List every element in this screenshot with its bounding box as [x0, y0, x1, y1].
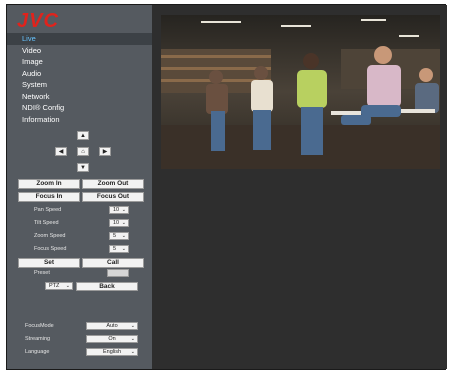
focus-speed-select[interactable]: 5 ⌄	[109, 245, 129, 253]
arrow-right-icon: ▶	[102, 149, 108, 155]
zoom-speed-select[interactable]: 5 ⌄	[109, 232, 129, 240]
live-video-feed	[161, 15, 440, 169]
control-mode-select[interactable]: PTZ ⌄	[45, 282, 73, 290]
pan-speed-value: 10	[113, 207, 120, 213]
pan-speed-select[interactable]: 10 ⌄	[109, 206, 129, 214]
camera-image	[161, 15, 440, 169]
menu-item-ndi-config[interactable]: NDI® Config	[7, 102, 152, 114]
home-icon: ⌂	[81, 149, 85, 155]
preset-label: Preset	[34, 270, 50, 276]
menu-item-video[interactable]: Video	[7, 45, 152, 57]
focus-speed-label: Focus Speed	[34, 246, 67, 252]
streaming-label: Streaming	[25, 336, 51, 342]
menu-item-image[interactable]: Image	[7, 56, 152, 68]
zoom-in-button[interactable]: Zoom In	[18, 179, 80, 189]
language-label: Language	[25, 349, 50, 355]
focus-mode-label: FocusMode	[25, 323, 54, 329]
chevron-down-icon: ⌄	[130, 336, 135, 342]
chevron-down-icon: ⌄	[121, 246, 126, 252]
menu-item-audio[interactable]: Audio	[7, 68, 152, 80]
tilt-speed-select[interactable]: 10 ⌄	[109, 219, 129, 227]
arrow-down-icon: ▼	[80, 165, 86, 171]
main-menu: Live Video Image Audio System Network ND…	[7, 33, 152, 125]
pan-right-button[interactable]: ▶	[99, 147, 111, 156]
back-button[interactable]: Back	[76, 282, 138, 291]
tilt-speed-value: 10	[113, 220, 120, 226]
focus-in-button[interactable]: Focus In	[18, 192, 80, 202]
pan-left-button[interactable]: ◀	[55, 147, 67, 156]
menu-item-live[interactable]: Live	[7, 33, 152, 45]
zoom-speed-label: Zoom Speed	[34, 233, 66, 239]
pan-speed-label: Pan Speed	[34, 207, 62, 213]
zoom-speed-value: 5	[113, 233, 117, 239]
chevron-down-icon: ⌄	[65, 283, 70, 289]
arrow-up-icon: ▲	[80, 133, 86, 139]
camera-web-ui: JVC Live Video Image Audio System Networ…	[6, 4, 447, 370]
focus-mode-value: Auto	[106, 323, 118, 329]
focus-out-button[interactable]: Focus Out	[82, 192, 144, 202]
home-button[interactable]: ⌂	[77, 147, 89, 156]
jvc-logo: JVC	[17, 10, 59, 32]
menu-item-information[interactable]: Information	[7, 114, 152, 126]
zoom-out-button[interactable]: Zoom Out	[82, 179, 144, 189]
chevron-down-icon: ⌄	[130, 349, 135, 355]
streaming-value: On	[108, 336, 116, 342]
chevron-down-icon: ⌄	[121, 220, 126, 226]
sidebar: JVC Live Video Image Audio System Networ…	[7, 5, 152, 369]
pan-up-button[interactable]: ▲	[77, 131, 89, 140]
chevron-down-icon: ⌄	[121, 207, 126, 213]
language-select[interactable]: English ⌄	[86, 348, 138, 356]
menu-item-network[interactable]: Network	[7, 91, 152, 103]
preset-call-button[interactable]: Call	[82, 258, 144, 268]
focus-mode-select[interactable]: Auto ⌄	[86, 322, 138, 330]
main-content	[152, 5, 447, 369]
focus-speed-value: 5	[113, 246, 117, 252]
arrow-left-icon: ◀	[58, 149, 64, 155]
preset-set-button[interactable]: Set	[18, 258, 80, 268]
streaming-select[interactable]: On ⌄	[86, 335, 138, 343]
language-value: English	[102, 349, 122, 355]
pan-down-button[interactable]: ▼	[77, 163, 89, 172]
control-mode-value: PTZ	[49, 283, 60, 289]
preset-number-input[interactable]	[107, 269, 129, 277]
menu-item-system[interactable]: System	[7, 79, 152, 91]
chevron-down-icon: ⌄	[130, 323, 135, 329]
chevron-down-icon: ⌄	[121, 233, 126, 239]
tilt-speed-label: Tilt Speed	[34, 220, 59, 226]
